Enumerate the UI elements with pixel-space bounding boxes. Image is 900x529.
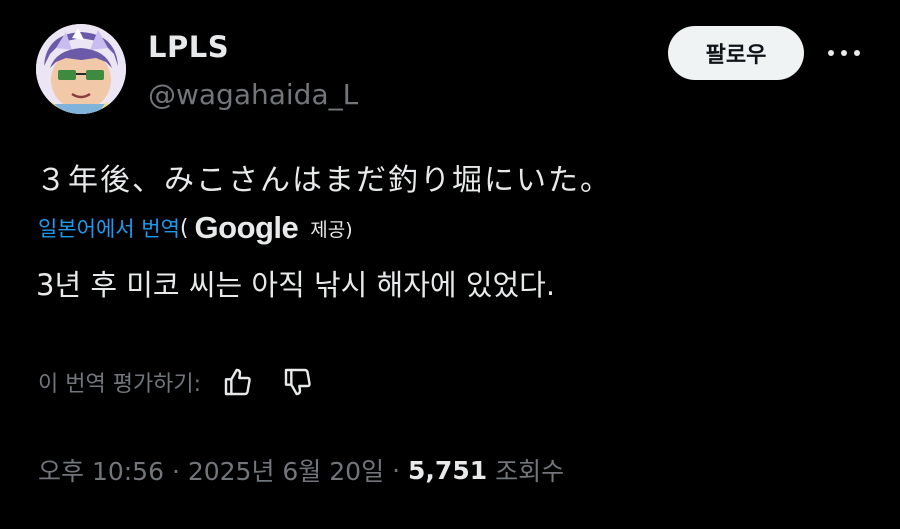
translation-credit: 일본어에서 번역 ( Google 제공)	[38, 208, 353, 248]
avatar-image	[36, 24, 126, 114]
thumbs-up-icon	[224, 368, 251, 396]
google-logo: Google	[194, 210, 299, 245]
tweet-timestamp[interactable]: 오후 10:56 · 2025년 6월 20일	[38, 452, 384, 488]
translated-from-link[interactable]: 일본어에서 번역	[38, 213, 180, 243]
tweet-meta: 오후 10:56 · 2025년 6월 20일 · 5,751 조회수	[38, 450, 564, 490]
paren-open: (	[179, 215, 189, 241]
author-display-name[interactable]: LPLS	[148, 30, 229, 64]
follow-button[interactable]: 팔로우	[668, 26, 804, 80]
rate-translation-row: 이 번역 평가하기:	[38, 362, 337, 402]
view-count-label: 조회수	[495, 457, 565, 486]
tweet-translated-text: 3년 후 미코 씨는 아직 낚시 해자에 있었다.	[36, 268, 556, 302]
more-options-button[interactable]	[822, 36, 866, 70]
thumbs-up-button[interactable]	[217, 362, 259, 402]
view-count: 5,751	[408, 455, 488, 485]
meta-separator: ·	[392, 455, 401, 485]
more-horizontal-icon	[828, 50, 860, 56]
provided-label: 제공)	[310, 218, 353, 241]
thumbs-down-button[interactable]	[277, 362, 319, 402]
rate-translation-label: 이 번역 평가하기:	[38, 372, 202, 397]
thumbs-down-icon	[284, 368, 311, 396]
author-handle[interactable]: @wagahaida_L	[148, 78, 358, 111]
tweet-original-text: ３年後、みこさんはまだ釣り堀にいた。	[36, 163, 612, 198]
avatar[interactable]	[36, 24, 126, 114]
